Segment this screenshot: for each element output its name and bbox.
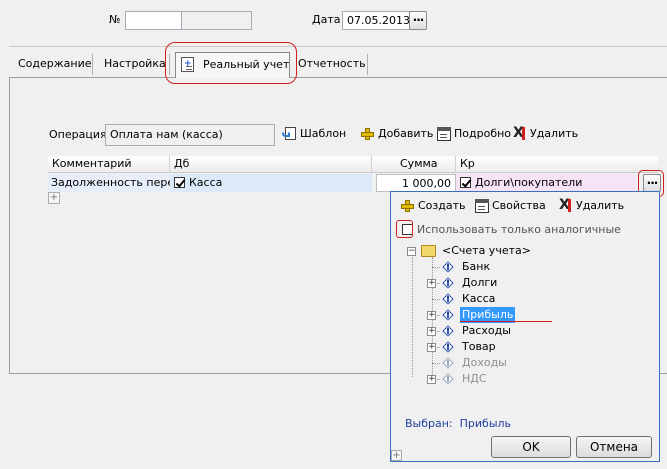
tree-item-label: Касса <box>462 292 496 305</box>
account-icon <box>442 309 454 321</box>
cancel-button[interactable]: Отмена <box>576 436 652 458</box>
tab-strip-divider <box>9 46 667 47</box>
only-similar-option[interactable]: Использовать только аналогичные <box>396 221 654 239</box>
folder-icon <box>421 245 436 257</box>
details-icon <box>436 126 452 142</box>
tree-item[interactable]: + Товар <box>399 339 649 355</box>
account-icon <box>442 357 454 369</box>
account-picker-popup: Создать Свойства X Удалить Использовать … <box>390 191 660 462</box>
only-similar-label: Использовать только аналогичные <box>417 223 621 236</box>
number-field[interactable] <box>125 11 182 30</box>
tree-item[interactable]: Касса <box>399 291 649 307</box>
annotation-highlight <box>165 42 297 84</box>
number-label: № <box>109 13 121 26</box>
delete-label: Удалить <box>530 127 579 140</box>
table-row[interactable]: Задолженность перед Касса 1 000,00 Долги… <box>48 174 661 192</box>
accounts-tree: − <Счета учета> Банк + Долги Касса + Прибыль +… <box>399 241 654 387</box>
tree-item-label: НДС <box>462 372 487 385</box>
delete-button[interactable]: X Удалить <box>512 125 579 142</box>
expand-icon[interactable]: + <box>427 279 436 288</box>
account-icon <box>442 341 454 353</box>
date-picker-button[interactable]: ... <box>409 11 427 30</box>
row-comment[interactable]: Задолженность перед <box>48 174 170 192</box>
tab-content[interactable]: Содержание <box>13 52 97 77</box>
account-icon <box>442 277 454 289</box>
add-button[interactable]: Добавить <box>360 126 433 142</box>
tab-separator <box>367 54 368 75</box>
tree-connector <box>432 267 440 268</box>
tree-item[interactable]: + НДС <box>399 371 649 387</box>
account-icon <box>442 373 454 385</box>
tree-item[interactable]: + Долги <box>399 275 649 291</box>
ok-button[interactable]: OK <box>491 436 571 458</box>
number-suffix-field <box>181 11 252 30</box>
account-icon <box>442 261 454 273</box>
expand-icon[interactable]: + <box>427 343 436 352</box>
tree-item-label: Расходы <box>462 324 511 337</box>
plus-icon <box>400 198 416 214</box>
debit-checkbox[interactable] <box>174 176 185 188</box>
add-row-icon[interactable]: + <box>48 192 60 204</box>
operation-field[interactable]: Оплата нам (касса) <box>105 124 275 146</box>
column-header-debit[interactable]: Дб <box>170 156 372 173</box>
selected-caption-value: Прибыль <box>459 417 512 430</box>
tree-root-label: <Счета учета> <box>442 244 531 257</box>
tree-root[interactable]: − <Счета учета> <box>399 243 649 259</box>
expand-icon[interactable]: + <box>427 375 436 384</box>
delete-icon: X <box>513 125 525 141</box>
row-amount[interactable]: 1 000,00 <box>376 174 456 192</box>
tree-item[interactable]: + Расходы <box>399 323 649 339</box>
tree-item[interactable]: Банк <box>399 259 649 275</box>
tree-item-label: Доходы <box>462 356 507 369</box>
tab-reports[interactable]: Отчетность <box>293 52 371 77</box>
selected-caption: Выбран: Прибыль <box>405 417 511 431</box>
picker-delete-label: Удалить <box>576 199 625 212</box>
template-icon <box>282 126 298 142</box>
details-label: Подробно <box>454 127 512 140</box>
account-icon <box>442 325 454 337</box>
template-button[interactable]: Шаблон <box>282 126 346 142</box>
delete-icon: X <box>559 197 571 213</box>
tab-settings[interactable]: Настройка <box>99 52 171 77</box>
date-field[interactable]: 07.05.2013 <box>342 11 411 30</box>
column-header-amount[interactable]: Сумма <box>372 156 456 173</box>
picker-properties-label: Свойства <box>492 199 546 212</box>
template-label: Шаблон <box>300 127 347 140</box>
annotation-underline <box>460 321 552 322</box>
tree-item-label: Долги <box>462 276 498 289</box>
add-row-icon[interactable]: + <box>391 450 402 461</box>
column-header-comment[interactable]: Комментарий <box>48 156 170 173</box>
operation-label: Операция <box>49 128 107 141</box>
row-debit[interactable]: Касса <box>170 174 372 192</box>
column-header-credit[interactable]: Кр <box>456 156 658 173</box>
picker-properties-button[interactable]: Свойства <box>474 198 546 214</box>
tree-connector <box>432 363 440 364</box>
credit-checkbox[interactable] <box>460 176 471 188</box>
expand-icon[interactable]: + <box>427 327 436 336</box>
account-icon <box>442 293 454 305</box>
date-label: Дата <box>312 13 341 26</box>
picker-create-button[interactable]: Создать <box>400 198 466 214</box>
tab-separator <box>92 54 93 75</box>
properties-icon <box>474 198 490 214</box>
row-credit[interactable]: Долги\покупатели <box>456 174 636 192</box>
annotation-highlight <box>396 220 413 238</box>
tree-item[interactable]: Доходы <box>399 355 649 371</box>
collapse-icon[interactable]: − <box>407 247 416 256</box>
selected-caption-label: Выбран: <box>405 417 453 430</box>
row-debit-label: Касса <box>189 176 223 189</box>
tree-item-label: Банк <box>462 260 491 273</box>
tree-item-label: Товар <box>462 340 496 353</box>
plus-icon <box>360 126 376 142</box>
grid-header: Комментарий Дб Сумма Кр <box>48 156 658 173</box>
row-credit-label: Долги\покупатели <box>475 176 583 189</box>
expand-icon[interactable]: + <box>427 311 436 320</box>
picker-create-label: Создать <box>418 199 466 212</box>
add-label: Добавить <box>378 127 434 140</box>
picker-delete-button[interactable]: X Удалить <box>558 197 625 214</box>
details-button[interactable]: Подробно <box>436 126 511 142</box>
tree-connector <box>432 299 440 300</box>
